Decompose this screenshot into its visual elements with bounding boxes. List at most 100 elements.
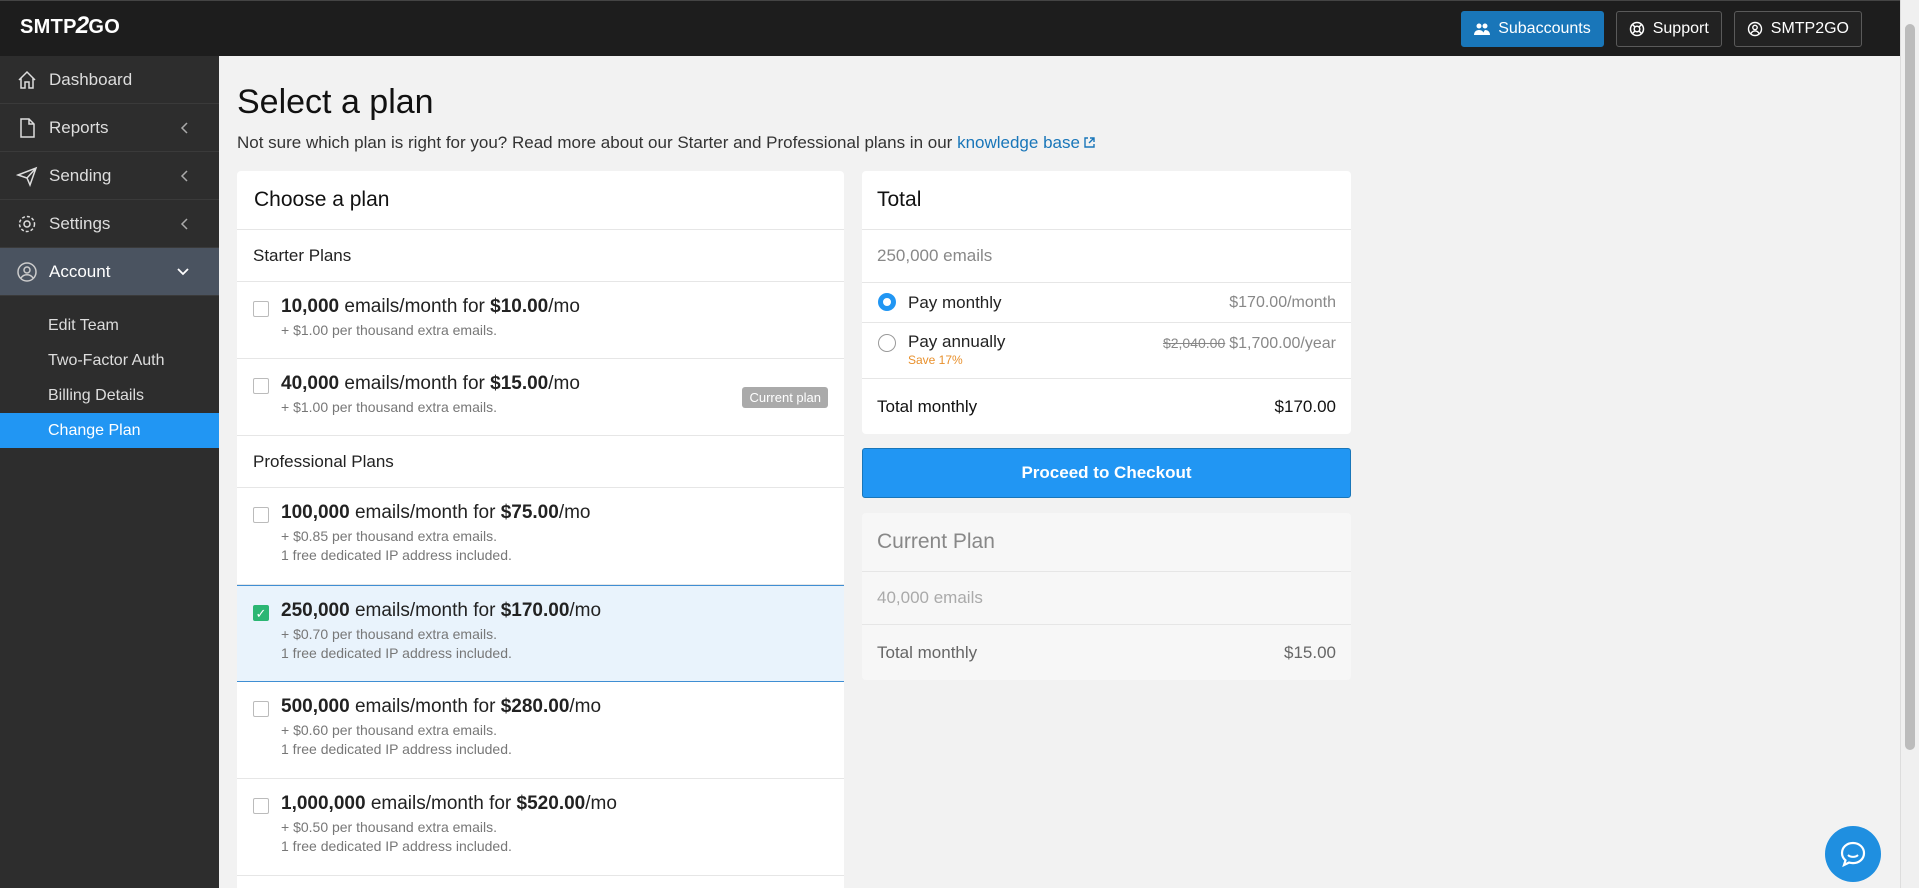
sidebar-item-label: Settings (49, 213, 111, 233)
sidebar-subitem-label: Billing Details (48, 386, 145, 404)
choose-plan-header: Choose a plan (237, 171, 844, 230)
support-button[interactable]: Support (1615, 11, 1722, 47)
plan-per-mo: /mo (548, 373, 580, 394)
plan-price: $10.00 (490, 296, 549, 317)
plan-price: $170.00 (500, 600, 570, 621)
plan-checkbox[interactable] (253, 507, 269, 523)
knowledge-base-link[interactable]: knowledge base (957, 133, 1096, 152)
plan-emails: 40,000 (281, 373, 340, 394)
total-monthly-value: $170.00 (1274, 396, 1336, 416)
top-bar: SMTP2GO Subaccounts Support SMTP2GO (0, 0, 1900, 56)
plan-option-1000000[interactable]: 1,000,000 emails/month for $520.00/mo + … (237, 779, 844, 876)
starter-plans-header: Starter Plans (237, 230, 844, 282)
plan-option-10000[interactable]: 10,000 emails/month for $10.00/mo + $1.0… (237, 282, 844, 359)
sidebar-item-label: Dashboard (49, 69, 133, 89)
plan-emails-text: emails/month for (354, 502, 496, 523)
total-card: Total 250,000 emails Pay monthly $170.00… (862, 171, 1351, 434)
pay-annually-radio[interactable] (878, 334, 896, 352)
lifebuoy-icon (1629, 21, 1644, 37)
professional-plans-header: Professional Plans (237, 436, 844, 488)
account-subnav: Edit Team Two-Factor Auth Billing Detail… (0, 296, 219, 448)
users-icon (1474, 23, 1491, 35)
plan-option-250000[interactable]: ✓ 250,000 emails/month for $170.00/mo + … (237, 585, 844, 682)
annual-new-price: $1,700.00/year (1229, 335, 1336, 352)
scrollbar-thumb[interactable] (1905, 24, 1915, 750)
logo-text-pre: SMTP (20, 16, 77, 38)
plan-checkbox[interactable] (253, 701, 269, 717)
home-icon (18, 70, 36, 89)
plan-option-500000[interactable]: 500,000 emails/month for $280.00/mo + $0… (237, 682, 844, 779)
total-header: Total (862, 171, 1351, 230)
plan-emails-text: emails/month for (370, 793, 512, 814)
current-plan-header: Current Plan (862, 513, 1351, 572)
gear-icon (18, 215, 36, 232)
sidebar-item-reports[interactable]: Reports (0, 104, 219, 152)
plan-option-40000[interactable]: 40,000 emails/month for $15.00/mo + $1.0… (237, 359, 844, 436)
total-monthly-row: Total monthly $170.00 (862, 379, 1351, 434)
current-total-row: Total monthly $15.00 (862, 625, 1351, 680)
annual-old-price: $2,040.00 (1162, 335, 1226, 351)
sidebar-item-dashboard[interactable]: Dashboard (0, 56, 219, 104)
total-emails: 250,000 emails (862, 230, 1351, 283)
pay-monthly-label: Pay monthly (908, 292, 1002, 312)
pay-annually-option[interactable]: Pay annually Save 17% $2,040.00 $1,700.00… (862, 323, 1351, 379)
plan-emails: 1,000,000 (281, 793, 366, 814)
pay-monthly-radio[interactable] (878, 293, 896, 311)
subaccounts-button[interactable]: Subaccounts (1461, 11, 1604, 47)
page-scrollbar[interactable] (1900, 0, 1919, 888)
user-label: SMTP2GO (1770, 20, 1849, 37)
sidebar-subitem-label: Change Plan (48, 421, 141, 439)
document-icon (20, 117, 35, 138)
sidebar-item-account[interactable]: Account (0, 248, 219, 296)
smtp2go-logo[interactable]: SMTP2GO (20, 12, 120, 40)
user-menu-button[interactable]: SMTP2GO (1733, 11, 1862, 47)
choose-plan-card: Choose a plan Starter Plans 10,000 email… (237, 171, 844, 888)
chat-widget-button[interactable] (1825, 826, 1881, 882)
save-percent: Save 17% (908, 353, 963, 367)
plan-extra: + $1.00 per thousand extra emails. (281, 322, 497, 338)
plan-checkbox[interactable] (253, 798, 269, 814)
sidebar-subitem-edit-team[interactable]: Edit Team (0, 308, 219, 343)
plan-per-mo: /mo (569, 696, 602, 717)
plan-checkbox-checked[interactable]: ✓ (253, 605, 269, 621)
plan-per-mo: /mo (569, 600, 602, 621)
logo-text-post: GO (88, 16, 121, 38)
knowledge-base-link-text: knowledge base (957, 133, 1080, 152)
plan-title: 500,000 emails/month for $280.00/mo (281, 696, 828, 718)
external-link-icon (1084, 137, 1095, 148)
sidebar-item-sending[interactable]: Sending (0, 152, 219, 200)
sidebar-item-label: Account (49, 261, 111, 281)
sidebar-item-settings[interactable]: Settings (0, 200, 219, 248)
plan-ip: 1 free dedicated IP address included. (281, 838, 512, 854)
plan-checkbox[interactable] (253, 378, 269, 394)
sidebar-subitem-label: Two-Factor Auth (48, 351, 165, 369)
plan-title: 10,000 emails/month for $10.00/mo (281, 296, 828, 318)
plan-checkbox[interactable] (253, 301, 269, 317)
sidebar-subitem-two-factor-auth[interactable]: Two-Factor Auth (0, 343, 219, 378)
chevron-left-icon (180, 170, 188, 182)
current-plan-card: Current Plan 40,000 emails Total monthly… (862, 513, 1351, 680)
pay-monthly-option[interactable]: Pay monthly $170.00/month (862, 283, 1351, 323)
plan-option-100000[interactable]: 100,000 emails/month for $75.00/mo + $0.… (237, 488, 844, 585)
chevron-down-icon (177, 268, 189, 276)
plan-extra: + $0.60 per thousand extra emails. (281, 722, 497, 738)
user-circle-icon (1747, 21, 1762, 37)
sidebar: Dashboard Reports Sending Settings Accou… (0, 56, 219, 888)
plan-extra: + $0.85 per thousand extra emails. (281, 528, 497, 544)
plan-title: 1,000,000 emails/month for $520.00/mo (281, 793, 828, 815)
sidebar-subitem-billing-details[interactable]: Billing Details (0, 378, 219, 413)
plan-price: $15.00 (490, 373, 549, 394)
support-label: Support (1652, 20, 1709, 37)
current-plan-emails: 40,000 emails (862, 572, 1351, 625)
paper-plane-icon (16, 166, 38, 187)
plan-extra: + $0.70 per thousand extra emails. (281, 626, 497, 642)
plan-per-mo: /mo (558, 502, 591, 523)
plan-emails: 10,000 (281, 296, 340, 317)
page-title: Select a plan (237, 83, 434, 121)
sidebar-subitem-change-plan[interactable]: Change Plan (0, 413, 219, 448)
current-total-label: Total monthly (877, 642, 978, 662)
chevron-left-icon (180, 122, 188, 134)
plan-ip: 1 free dedicated IP address included. (281, 645, 512, 661)
page-subtitle: Not sure which plan is right for you? Re… (237, 133, 1096, 153)
proceed-to-checkout-button[interactable]: Proceed to Checkout (862, 448, 1351, 498)
